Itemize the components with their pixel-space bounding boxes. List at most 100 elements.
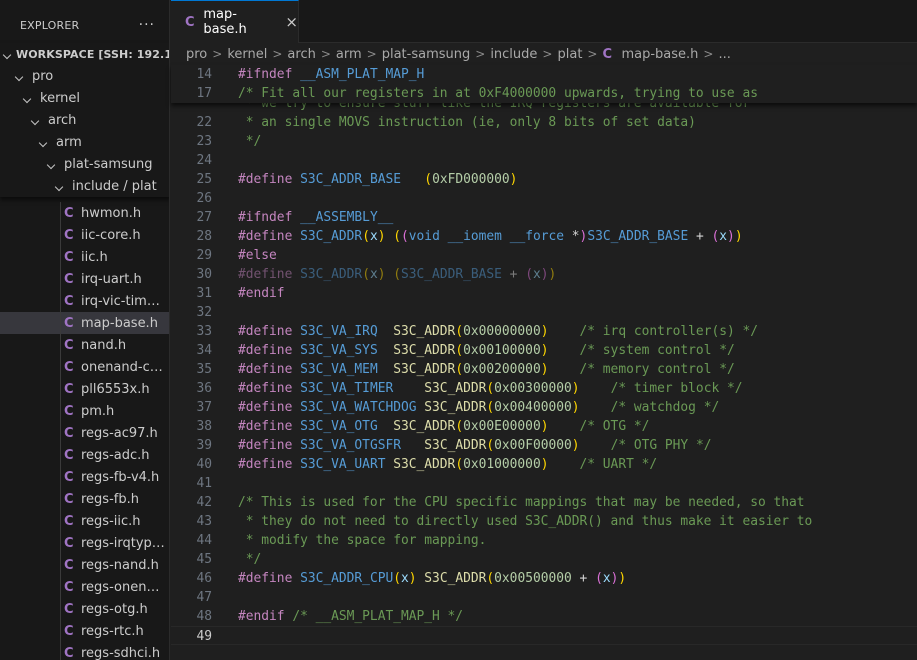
file-item-regs-otg-h[interactable]: Cregs-otg.h: [0, 598, 169, 620]
code-line[interactable]: 23 */: [171, 132, 917, 151]
code-line[interactable]: 43 * they do not need to directly used S…: [171, 512, 917, 531]
file-item-regs-sdhci-h[interactable]: Cregs-sdhci.h: [0, 642, 169, 660]
code-line[interactable]: 42 /* This is used for the CPU specific m…: [171, 493, 917, 512]
indent-guide: [60, 532, 61, 554]
code-token: S3C_VA_OTG: [300, 419, 378, 434]
breadcrumb-item-arm[interactable]: arm: [336, 47, 362, 62]
breadcrumb-item-file[interactable]: Cmap-base.h: [602, 47, 698, 62]
line-number: 46: [196, 571, 212, 586]
code-line[interactable]: 28 #define S3C_ADDR(x) ((void __iomem __f…: [171, 227, 917, 246]
breadcrumb-item-plat[interactable]: plat: [557, 47, 582, 62]
code-line[interactable]: 49: [171, 626, 917, 645]
workspace-root[interactable]: WORKSPACE [SSH: 192.16...: [0, 43, 169, 65]
c-file-icon: C: [64, 579, 74, 595]
c-file-icon: C: [64, 227, 74, 243]
code-line[interactable]: 14 #ifndef __ASM_PLAT_MAP_H: [171, 65, 917, 84]
file-item-pll6553x-h[interactable]: Cpll6553x.h: [0, 378, 169, 400]
file-item-regs-fb-h[interactable]: Cregs-fb.h: [0, 488, 169, 510]
file-item-regs-irqtype-h[interactable]: Cregs-irqtype.h: [0, 532, 169, 554]
code-line[interactable]: 38 #define S3C_VA_OTG S3C_ADDR(0x00E00000…: [171, 417, 917, 436]
line-content: #endif /* __ASM_PLAT_MAP_H */: [238, 607, 463, 626]
line-number: 43: [196, 514, 212, 529]
line-number: 49: [196, 629, 212, 644]
code-line[interactable]: 33 #define S3C_VA_IRQ S3C_ADDR(0x00000000…: [171, 322, 917, 341]
code-line[interactable]: 29 #else: [171, 246, 917, 265]
code-editor[interactable]: 14 #ifndef __ASM_PLAT_MAP_H 17 /* Fit all o…: [171, 65, 917, 660]
file-item-regs-fb-v4-h[interactable]: Cregs-fb-v4.h: [0, 466, 169, 488]
code-line[interactable]: 44 * modify the space for mapping.: [171, 531, 917, 550]
tree-folder-include-plat[interactable]: include / plat: [0, 175, 169, 197]
file-item-map-base-h[interactable]: Cmap-base.h: [0, 312, 169, 334]
code-token: S3C_ADDR: [424, 571, 487, 586]
tree-folder-arm[interactable]: arm: [0, 131, 169, 153]
code-line[interactable]: 34 #define S3C_VA_SYS S3C_ADDR(0x00100000…: [171, 341, 917, 360]
file-item-iic-core-h[interactable]: Ciic-core.h: [0, 224, 169, 246]
breadcrumb-item-plat-samsung[interactable]: plat-samsung: [382, 47, 471, 62]
code-line[interactable]: 37 #define S3C_VA_WATCHDOG S3C_ADDR(0x004…: [171, 398, 917, 417]
breadcrumb-symbols[interactable]: ...: [718, 47, 730, 62]
code-line[interactable]: 35 #define S3C_VA_MEM S3C_ADDR(0x00200000…: [171, 360, 917, 379]
breadcrumb-item-arch[interactable]: arch: [287, 47, 315, 62]
code-line[interactable]: 31 #endif: [171, 284, 917, 303]
file-item-regs-adc-h[interactable]: Cregs-adc.h: [0, 444, 169, 466]
file-item-irq-vic-timer-h[interactable]: Cirq-vic-timer.h: [0, 290, 169, 312]
line-content: */: [238, 550, 262, 569]
tab-map-base-h[interactable]: C map-base.h ×: [171, 0, 299, 43]
chevron-down-icon: [12, 70, 26, 83]
file-item-irq-uart-h[interactable]: Cirq-uart.h: [0, 268, 169, 290]
file-item-hwmon-h[interactable]: Chwmon.h: [0, 202, 169, 224]
code-line[interactable]: 48 #endif /* __ASM_PLAT_MAP_H */: [171, 607, 917, 626]
file-item-regs-ac97-h[interactable]: Cregs-ac97.h: [0, 422, 169, 444]
breadcrumb-item-include[interactable]: include: [490, 47, 537, 62]
tree-folder-pro[interactable]: pro: [0, 65, 169, 87]
tree-folder-kernel[interactable]: kernel: [0, 87, 169, 109]
code-line[interactable]: 32: [171, 303, 917, 322]
more-actions-icon[interactable]: ···: [139, 17, 155, 33]
code-line[interactable]: 30 #define S3C_ADDR(x) (S3C_ADDR_BASE + (…: [171, 265, 917, 284]
code-line[interactable]: 25 #define S3C_ADDR_BASE (0xFD000000): [171, 170, 917, 189]
code-line[interactable]: 47: [171, 588, 917, 607]
code-line[interactable]: 41: [171, 474, 917, 493]
code-token: __iomem: [447, 229, 502, 244]
sticky-scroll-header[interactable]: 14 #ifndef __ASM_PLAT_MAP_H 17 /* Fit all o…: [171, 65, 917, 103]
close-icon[interactable]: ×: [285, 13, 298, 31]
code-token: #else: [238, 248, 277, 263]
code-token: x: [719, 229, 728, 244]
tree-folder-plat-samsung[interactable]: plat-samsung: [0, 153, 169, 175]
code-token: (: [486, 400, 495, 415]
file-item-pm-h[interactable]: Cpm.h: [0, 400, 169, 422]
tree-folder-arch[interactable]: arch: [0, 109, 169, 131]
code-token: #define: [238, 438, 301, 453]
line-number: 38: [196, 419, 212, 434]
code-token: S3C_VA_WATCHDOG: [300, 400, 417, 415]
code-line[interactable]: 46 #define S3C_ADDR_CPU(x) S3C_ADDR(0x005…: [171, 569, 917, 588]
code-token: (: [455, 457, 464, 472]
file-item-nand-h[interactable]: Cnand.h: [0, 334, 169, 356]
breadcrumb-item-kernel[interactable]: kernel: [227, 47, 267, 62]
code-token: ): [571, 400, 580, 415]
breadcrumb-item-pro[interactable]: pro: [186, 47, 207, 62]
code-line[interactable]: 36 #define S3C_VA_TIMER S3C_ADDR(0x003000…: [171, 379, 917, 398]
chevron-down-icon: [2, 48, 12, 61]
code-line[interactable]: 26: [171, 189, 917, 208]
code-line[interactable]: 27 #ifndef __ASSEMBLY__: [171, 208, 917, 227]
file-item-regs-nand-h[interactable]: Cregs-nand.h: [0, 554, 169, 576]
code-line[interactable]: 17 /* Fit all our registers in at 0xF4000…: [171, 84, 917, 103]
file-item-regs-rtc-h[interactable]: Cregs-rtc.h: [0, 620, 169, 642]
file-item-label: regs-ac97.h: [81, 425, 158, 441]
file-item-iic-h[interactable]: Ciic.h: [0, 246, 169, 268]
code-line[interactable]: 40 #define S3C_VA_UART S3C_ADDR(0x0100000…: [171, 455, 917, 474]
file-item-onenand-cor[interactable]: Conenand-cor...: [0, 356, 169, 378]
code-line[interactable]: 39 #define S3C_VA_OTGSFR S3C_ADDR(0x00F00…: [171, 436, 917, 455]
file-item-regs-onenan[interactable]: Cregs-onenan...: [0, 576, 169, 598]
code-line[interactable]: 24: [171, 151, 917, 170]
line-content: #define S3C_ADDR(x) (S3C_ADDR_BASE + (x)…: [238, 265, 556, 284]
code-line[interactable]: 22 * an single MOVS instruction (ie, onl…: [171, 113, 917, 132]
file-item-regs-iic-h[interactable]: Cregs-iic.h: [0, 510, 169, 532]
code-line[interactable]: 45 */: [171, 550, 917, 569]
c-file-icon: C: [64, 645, 74, 660]
